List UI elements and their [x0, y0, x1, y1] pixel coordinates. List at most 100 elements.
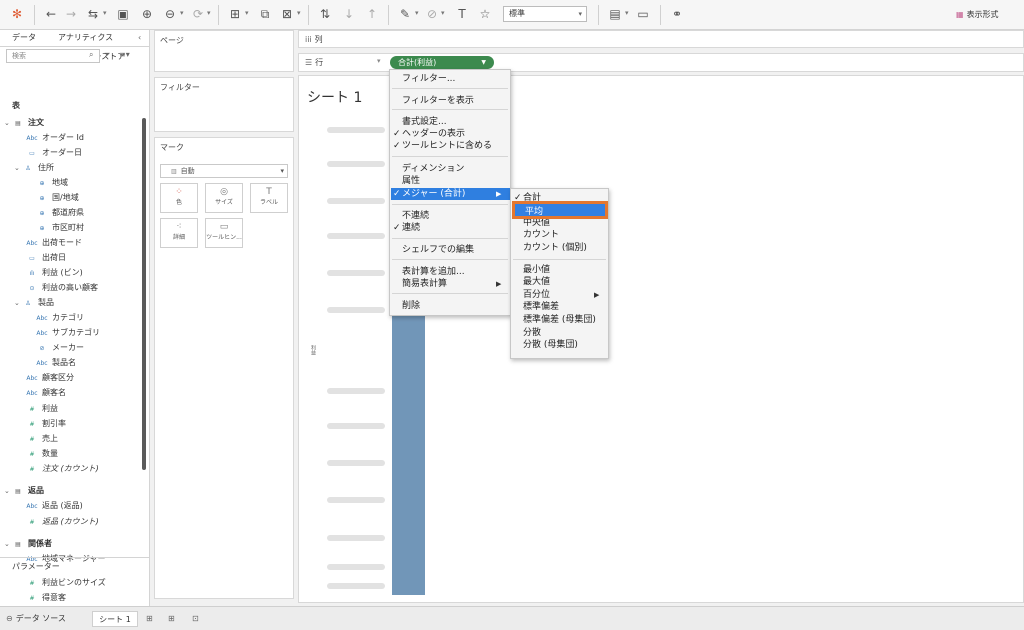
field-item[interactable]: ⊕ 市区町村	[36, 221, 84, 235]
parameter-item[interactable]: # 利益ビンのサイズ	[26, 576, 105, 590]
new-worksheet-icon[interactable]: ⊞	[146, 611, 153, 627]
submenu-item[interactable]: 百分位	[523, 290, 550, 301]
new-datasource-icon[interactable]: ⊕	[140, 7, 154, 21]
sort-ascending-icon[interactable]: ↓	[342, 7, 356, 21]
field-item[interactable]: ▭ オーダー日	[26, 146, 82, 160]
datasource-icon[interactable]: ⊖	[163, 7, 177, 21]
filters-card[interactable]: フィルター	[154, 77, 294, 132]
columns-shelf[interactable]: iii 列	[298, 30, 1024, 48]
field-item[interactable]: ⊕ 国/地域	[36, 191, 78, 205]
menu-item[interactable]: 属性	[402, 176, 420, 187]
collapse-pane-icon[interactable]: ‹	[138, 30, 141, 46]
group-icon[interactable]: ⊘	[425, 7, 439, 21]
presentation-icon[interactable]: ▤	[608, 7, 622, 21]
field-item[interactable]: ▭ 出荷日	[26, 251, 66, 265]
clear-sheet-icon[interactable]: ⊠	[280, 7, 294, 21]
presentation-mode-icon[interactable]: ▭	[636, 7, 650, 21]
submenu-item[interactable]: 最大値	[523, 277, 550, 288]
field-item[interactable]: Abc 製品名	[36, 356, 76, 370]
search-input[interactable]: 検索	[6, 49, 100, 63]
mark-type-select[interactable]: ▥ 自動 ▾	[160, 164, 288, 178]
parameter-item[interactable]: # 得意客	[26, 591, 66, 605]
field-item[interactable]: ılı 利益 (ビン)	[26, 266, 82, 280]
field-item[interactable]: ⊙ 利益の高い顧客	[26, 281, 98, 295]
field-item[interactable]: ⌄ ♙ 製品	[14, 296, 54, 310]
fit-select[interactable]: 標準 ▾	[503, 6, 587, 22]
chevron-down-icon[interactable]: ⌄	[14, 161, 22, 175]
new-story-icon[interactable]: ⊡	[192, 611, 199, 627]
field-item[interactable]: ⊘ メーカー	[36, 341, 84, 355]
undo-icon[interactable]: ←	[44, 7, 58, 21]
menu-item[interactable]: フィルターを表示	[402, 96, 474, 107]
field-item[interactable]: Abc 顧客名	[26, 386, 66, 400]
menu-item[interactable]: ✓ メジャー (合計)	[393, 189, 465, 200]
submenu-item-average[interactable]: 平均	[525, 204, 543, 217]
save-icon[interactable]: ▣	[116, 7, 130, 21]
chevron-down-icon[interactable]: ⌄	[4, 484, 12, 498]
chevron-down-icon[interactable]: ⌄	[4, 537, 12, 551]
submenu-item[interactable]: カウント	[523, 230, 559, 241]
submenu-item[interactable]: 中央値	[523, 218, 550, 229]
field-item[interactable]: ⊕ 地域	[36, 176, 68, 190]
tab-analytics[interactable]: アナリティクス	[58, 30, 113, 46]
duplicate-sheet-icon[interactable]: ⧉	[258, 7, 272, 21]
view-options-icon[interactable]: ≡▾	[119, 50, 130, 59]
submenu-item[interactable]: 標準偏差 (母集団)	[523, 315, 596, 326]
menu-item[interactable]: フィルター...	[402, 74, 455, 85]
field-item[interactable]: # 売上	[26, 432, 58, 446]
field-item[interactable]: ⊕ 都道府県	[36, 206, 84, 220]
measure-pill[interactable]: 合計(利益) ▼	[390, 56, 494, 69]
datasource-tab[interactable]: ⊖ データ ソース	[6, 611, 66, 627]
menu-item[interactable]: ✓ 連続	[393, 223, 420, 234]
submenu-item[interactable]: 分散	[523, 328, 541, 339]
field-item[interactable]: ⌄ ♙ 住所	[14, 161, 54, 175]
filter-icon[interactable]: ⏷	[104, 50, 110, 60]
swap-icon[interactable]: ⇆	[86, 7, 100, 21]
field-item[interactable]: # 返品 (カウント)	[26, 515, 98, 529]
show-me-button[interactable]: ▦ 表示形式	[956, 7, 1016, 23]
field-item[interactable]: # 注文 (カウント)	[26, 462, 98, 476]
table-item[interactable]: ⌄ ▤ 返品	[4, 484, 44, 498]
tab-data[interactable]: データ	[12, 30, 36, 46]
show-labels-icon[interactable]: T	[455, 7, 469, 21]
detail-button[interactable]: ⁖ 詳細	[160, 218, 198, 248]
scrollbar[interactable]	[142, 118, 146, 470]
field-item[interactable]: Abc カテゴリ	[36, 311, 84, 325]
chevron-down-icon[interactable]: ⌄	[14, 296, 22, 310]
size-button[interactable]: ◎ サイズ	[205, 183, 243, 213]
tableau-logo-icon[interactable]: ✻	[10, 7, 24, 21]
submenu-item[interactable]: 分散 (母集団)	[523, 340, 578, 351]
submenu-item[interactable]: 標準偏差	[523, 302, 559, 313]
new-worksheet-icon[interactable]: ⊞	[228, 7, 242, 21]
menu-item[interactable]: 不連続	[402, 211, 429, 222]
field-item[interactable]: Abc 出荷モード	[26, 236, 82, 250]
redo-icon[interactable]: →	[64, 7, 78, 21]
menu-item[interactable]: ✓ ヘッダーの表示	[393, 129, 465, 140]
chevron-down-icon[interactable]: ⌄	[4, 116, 12, 130]
menu-item[interactable]: 削除	[402, 301, 420, 312]
fix-axes-icon[interactable]: ☆	[478, 7, 492, 21]
field-item[interactable]: # 割引率	[26, 417, 66, 431]
field-item[interactable]: Abc 返品 (返品)	[26, 499, 82, 513]
new-dashboard-icon[interactable]: ⊞	[168, 611, 175, 627]
tooltip-button[interactable]: ▭ ツールヒン...	[205, 218, 243, 248]
highlight-icon[interactable]: ✎	[398, 7, 412, 21]
field-item[interactable]: # 数量	[26, 447, 58, 461]
menu-item[interactable]: 簡易表計算	[402, 279, 447, 290]
menu-item[interactable]: シェルフでの編集	[402, 245, 474, 256]
field-item[interactable]: Abc オーダー Id	[26, 131, 84, 145]
menu-item[interactable]: ディメンション	[402, 164, 464, 175]
swap-rows-columns-icon[interactable]: ⇅	[318, 7, 332, 21]
field-item[interactable]: # 利益	[26, 402, 58, 416]
submenu-item[interactable]: カウント (個別)	[523, 243, 587, 254]
field-item[interactable]: Abc サブカテゴリ	[36, 326, 100, 340]
table-item[interactable]: ⌄ ▤ 関係者	[4, 537, 52, 551]
menu-item[interactable]: 書式設定...	[402, 117, 447, 128]
table-item[interactable]: ⌄ ▤ 注文	[4, 116, 44, 130]
refresh-icon[interactable]: ⟳	[191, 7, 205, 21]
share-icon[interactable]: ⚭	[670, 7, 684, 21]
pages-card[interactable]: ページ	[154, 30, 294, 72]
menu-item[interactable]: 表計算を追加...	[402, 267, 465, 278]
submenu-item[interactable]: 最小値	[523, 265, 550, 276]
color-button[interactable]: ⁘ 色	[160, 183, 198, 213]
